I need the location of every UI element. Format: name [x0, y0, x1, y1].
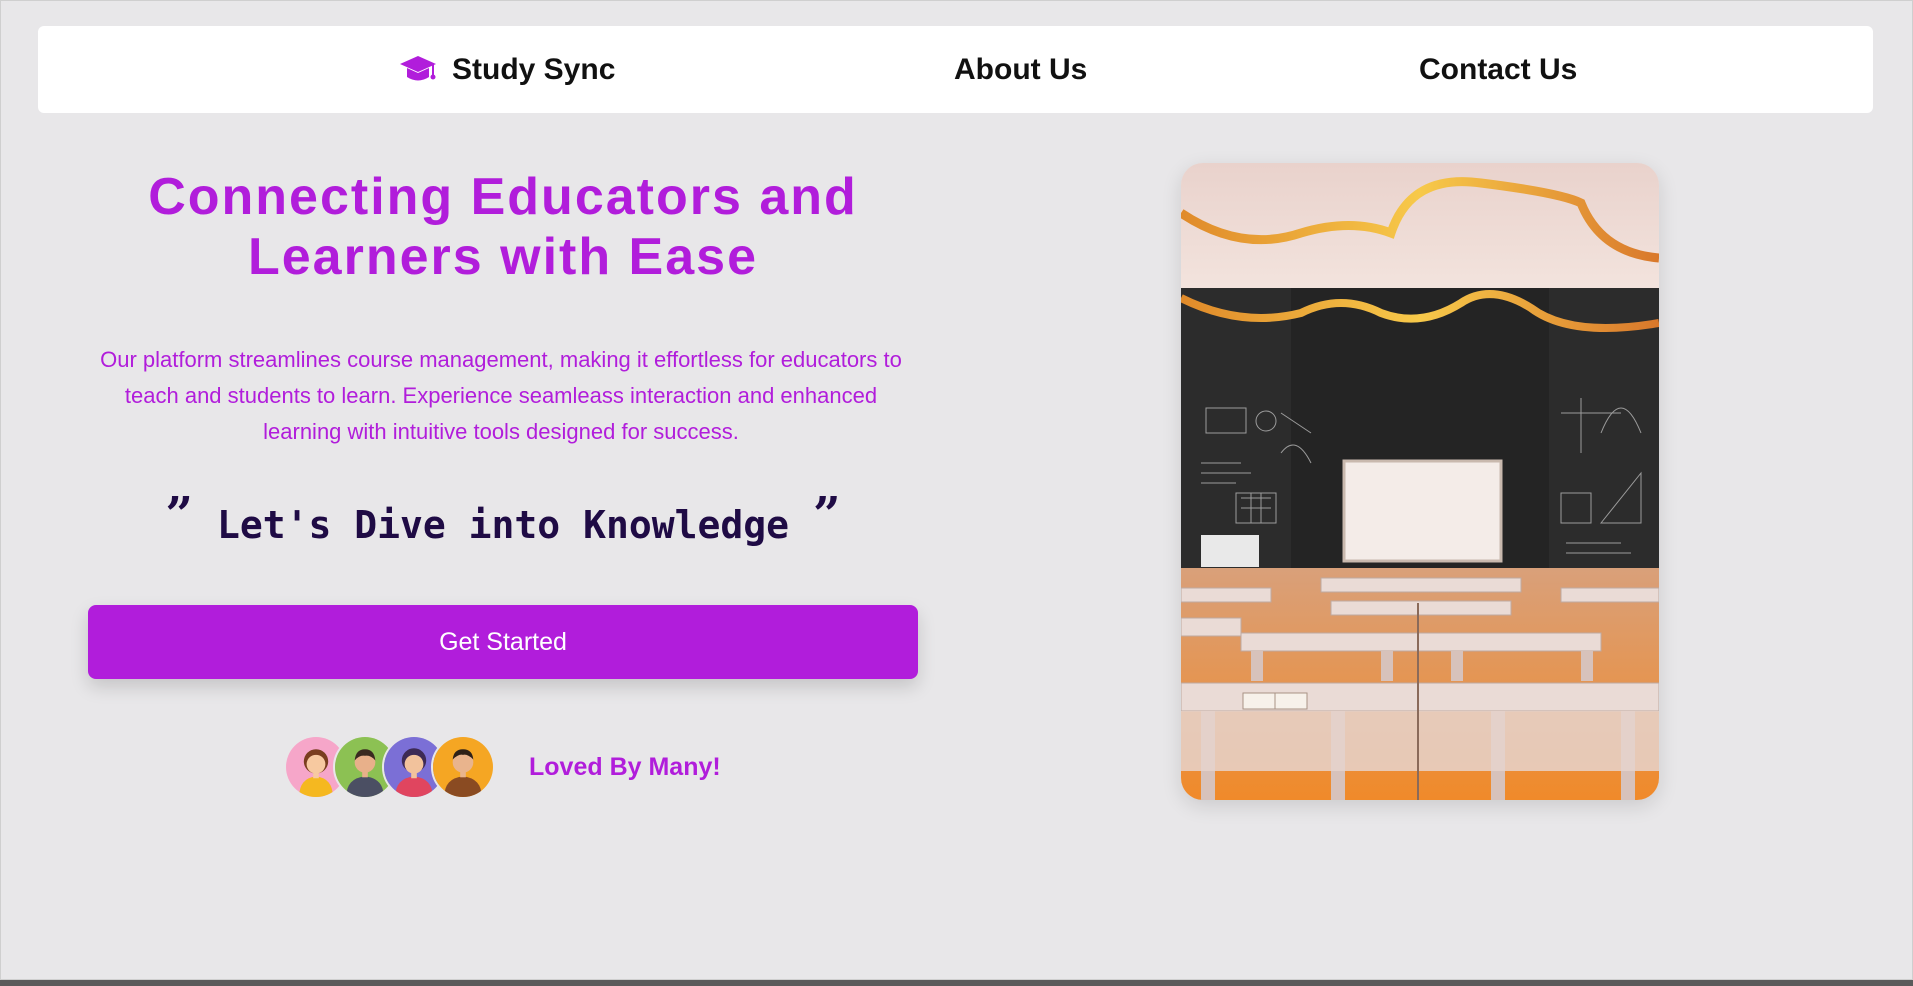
page-viewport: Study Sync About Us Contact Us Connectin… [0, 0, 1913, 980]
hero-title: Connecting Educators and Learners with E… [148, 168, 858, 286]
avatar-group [284, 735, 495, 799]
loved-by-many-text: Loved By Many! [529, 753, 721, 781]
brand-name: Study Sync [452, 52, 616, 86]
man-avatar-icon [433, 737, 493, 797]
avatar [431, 735, 495, 799]
quote-close-icon: ” [812, 487, 841, 543]
brand-link[interactable]: Study Sync [398, 26, 615, 113]
classroom-photo [1181, 163, 1659, 800]
top-navbar: Study Sync About Us Contact Us [38, 26, 1873, 113]
quote-text: Let's Dive into Knowledge [217, 503, 789, 547]
get-started-button[interactable]: Get Started [88, 605, 918, 679]
nav-contact-link[interactable]: Contact Us [1419, 26, 1577, 113]
quote-block: ” Let's Dive into Knowledge ” [88, 491, 918, 549]
hero-description: Our platform streamlines course manageme… [100, 347, 902, 444]
quote-open-icon: ” [165, 487, 194, 543]
nav-about-link[interactable]: About Us [954, 26, 1087, 113]
graduation-cap-icon [400, 55, 436, 80]
classroom-image [1181, 163, 1659, 800]
